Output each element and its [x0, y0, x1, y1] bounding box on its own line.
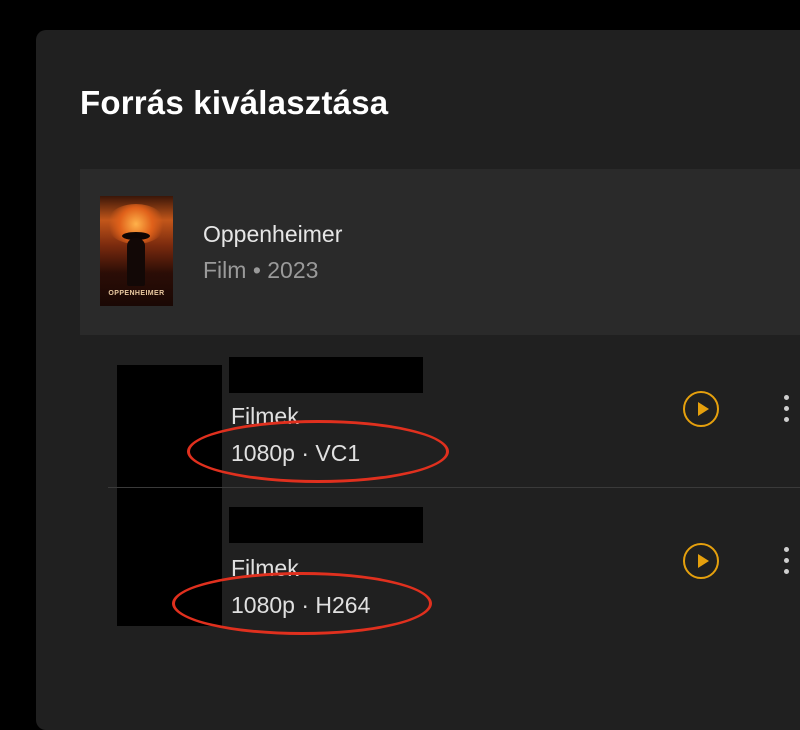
more-vertical-icon-dot [784, 569, 789, 574]
more-vertical-icon-dot [784, 417, 789, 422]
movie-meta: Film • 2023 [203, 257, 319, 283]
more-vertical-icon-dot [784, 406, 789, 411]
source-library: Filmek [231, 555, 299, 581]
play-button[interactable] [683, 543, 719, 579]
source-library: Filmek [231, 403, 299, 429]
row-divider [108, 487, 800, 488]
dialog-title: Forrás kiválasztása [80, 84, 389, 121]
more-vertical-icon [784, 547, 789, 552]
more-options-button[interactable] [781, 547, 793, 577]
redacted-source-name [229, 357, 423, 393]
movie-header-card [80, 169, 800, 335]
redacted-source-name [229, 507, 423, 543]
movie-title: Oppenheimer [203, 221, 343, 247]
poster-figure [127, 238, 145, 286]
more-vertical-icon [784, 395, 789, 400]
source-quality: 1080p · VC1 [231, 440, 361, 466]
play-button[interactable] [683, 391, 719, 427]
source-quality: 1080p · H264 [231, 592, 371, 618]
play-icon [698, 402, 709, 416]
redacted-thumbnail [117, 365, 222, 626]
play-icon [698, 554, 709, 568]
more-options-button[interactable] [781, 395, 793, 425]
poster-title: OPPENHEIMER [108, 290, 165, 297]
movie-poster: OPPENHEIMER [100, 196, 173, 306]
more-vertical-icon-dot [784, 558, 789, 563]
